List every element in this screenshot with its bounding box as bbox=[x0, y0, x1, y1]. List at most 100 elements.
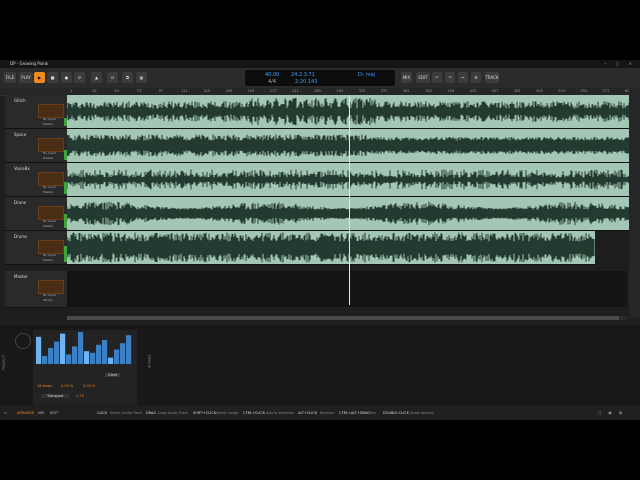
record-icon[interactable]: ● bbox=[61, 72, 72, 83]
step-bar[interactable] bbox=[126, 335, 132, 364]
percent-b[interactable]: 0.00 % bbox=[83, 384, 95, 388]
master-lane[interactable] bbox=[67, 271, 627, 307]
edit-tab[interactable]: EDIT bbox=[50, 407, 58, 420]
track-input[interactable]: No Input bbox=[43, 117, 56, 121]
stop-icon[interactable]: ■ bbox=[47, 72, 58, 83]
playhead[interactable] bbox=[349, 95, 350, 305]
track-header[interactable]: Drone OSM No InputMaster bbox=[5, 197, 67, 231]
automation-icon[interactable]: ⧉ bbox=[122, 72, 133, 83]
play-menu-button[interactable]: PLAY bbox=[19, 72, 33, 83]
track-button[interactable]: TRACK bbox=[485, 72, 499, 83]
master-volume-fader[interactable] bbox=[38, 280, 64, 294]
volume-fader[interactable] bbox=[38, 138, 64, 152]
step-bar[interactable] bbox=[90, 352, 96, 364]
ruler-mark: 553 bbox=[580, 89, 588, 93]
track-header[interactable]: VoiceBx OSM No InputMaster bbox=[5, 163, 67, 197]
step-bar[interactable] bbox=[60, 333, 66, 364]
track-header[interactable]: Glitch OSM No InputMaster bbox=[5, 95, 67, 129]
layout-icons[interactable]: ▢ ▣ ▤ bbox=[598, 407, 625, 420]
volume-fader[interactable] bbox=[38, 240, 64, 254]
track-input[interactable]: No Input bbox=[43, 151, 56, 155]
step-bar[interactable] bbox=[42, 356, 48, 364]
play-icon[interactable]: ▶ bbox=[34, 72, 45, 83]
device-value[interactable]: 1.70 bbox=[76, 394, 84, 398]
volume-fader[interactable] bbox=[38, 206, 64, 220]
ruler-mark: 385 bbox=[425, 89, 432, 93]
track-input[interactable]: No Input bbox=[43, 253, 56, 257]
step-bar[interactable] bbox=[48, 348, 54, 364]
position-time[interactable]: 2:20.143 bbox=[295, 79, 317, 85]
step-bars[interactable] bbox=[36, 332, 140, 367]
key-display[interactable]: D♭ maj bbox=[358, 72, 375, 78]
hint-click-desc: Select Audio Track bbox=[110, 411, 143, 415]
master-track-header[interactable]: Master OSM No InputStudio bbox=[5, 271, 67, 308]
clear-button[interactable]: Clear bbox=[105, 373, 121, 377]
step-bar[interactable] bbox=[108, 357, 114, 364]
step-bar[interactable] bbox=[102, 340, 108, 364]
slice-icon[interactable]: ✂ bbox=[458, 72, 468, 83]
loop-icon[interactable]: ⟳ bbox=[74, 72, 85, 83]
undo-icon[interactable]: ↶ bbox=[432, 72, 442, 83]
mix-button[interactable]: MIX bbox=[401, 72, 412, 83]
time-signature[interactable]: 4/4 bbox=[268, 79, 276, 85]
track-header[interactable]: Drums OSM No InputMaster bbox=[5, 231, 67, 265]
step-bar[interactable] bbox=[84, 351, 90, 364]
track-input[interactable]: No Input bbox=[43, 219, 56, 223]
track-output[interactable]: Master bbox=[43, 190, 53, 194]
overdub-icon[interactable]: ⊡ bbox=[107, 72, 118, 83]
track-input[interactable]: No Input bbox=[43, 185, 56, 189]
track-name[interactable]: Space bbox=[14, 132, 26, 137]
step-bar[interactable] bbox=[96, 344, 102, 364]
audio-clip[interactable] bbox=[67, 231, 595, 265]
transport-select[interactable]: Transport bbox=[41, 394, 70, 398]
metronome-icon[interactable]: ▲ bbox=[91, 72, 102, 83]
ruler-mark: 25 bbox=[92, 89, 97, 93]
track-name[interactable]: Drums bbox=[14, 234, 27, 239]
percent-a[interactable]: 0.00 % bbox=[61, 384, 73, 388]
title-bar: DP - Growing Pains × – ▢ × bbox=[0, 60, 640, 68]
step-bar[interactable] bbox=[36, 336, 42, 364]
tempo-value[interactable]: 40.00 bbox=[265, 72, 279, 78]
hint-click: CLICK bbox=[97, 411, 108, 415]
project-side-label[interactable]: PROJECT bbox=[2, 355, 6, 370]
master-input[interactable]: No Input bbox=[43, 293, 56, 297]
settings-icon[interactable]: ⚙ bbox=[471, 72, 481, 83]
track-header[interactable]: Space OSM No InputMaster bbox=[5, 129, 67, 163]
step-bar[interactable] bbox=[54, 341, 60, 364]
track-output[interactable]: Master bbox=[43, 156, 53, 160]
step-bar[interactable] bbox=[114, 349, 120, 364]
track-name[interactable]: Glitch bbox=[14, 98, 26, 103]
track-buttons: OSM bbox=[38, 131, 62, 148]
master-track-name[interactable]: Master bbox=[14, 274, 28, 279]
track-output[interactable]: Master bbox=[43, 224, 53, 228]
step-bar[interactable] bbox=[120, 343, 126, 364]
ruler-mark: 1 bbox=[70, 89, 73, 93]
tab-close-icon[interactable]: × bbox=[45, 60, 48, 68]
edit-button[interactable]: EDIT bbox=[416, 72, 430, 83]
arrange-tab[interactable]: ARRANGE bbox=[17, 407, 34, 420]
track-name[interactable]: VoiceBx bbox=[14, 166, 30, 171]
menu-icon[interactable]: ≡ bbox=[4, 407, 7, 420]
scroll-thumb[interactable] bbox=[67, 316, 619, 320]
window-controls[interactable]: – ▢ × bbox=[604, 60, 636, 68]
volume-fader[interactable] bbox=[38, 172, 64, 186]
step-count[interactable]: 16 steps bbox=[37, 384, 52, 388]
volume-fader[interactable] bbox=[38, 104, 64, 118]
mix-tab[interactable]: MIX bbox=[38, 407, 44, 420]
ruler-mark: 97 bbox=[158, 89, 164, 93]
track-output[interactable]: Master bbox=[43, 122, 53, 126]
right-inspector-strip[interactable] bbox=[629, 88, 640, 318]
status-bar: ≡ ARRANGE MIX EDIT CLICK Select Audio Tr… bbox=[0, 407, 640, 420]
redo-icon[interactable]: ↷ bbox=[445, 72, 455, 83]
device-side-label[interactable]: DEVICE bbox=[147, 355, 151, 368]
horizontal-scrollbar[interactable] bbox=[67, 316, 627, 320]
position-bars[interactable]: 24.2.3.71 bbox=[291, 72, 315, 78]
clip-launcher-icon[interactable]: ▦ bbox=[136, 72, 147, 83]
step-bar[interactable] bbox=[78, 332, 84, 364]
step-bar[interactable] bbox=[66, 354, 72, 364]
file-button[interactable]: FILE bbox=[4, 72, 16, 83]
track-output[interactable]: Master bbox=[43, 258, 53, 262]
track-name[interactable]: Drone bbox=[14, 200, 26, 205]
step-bar[interactable] bbox=[72, 346, 78, 364]
master-output[interactable]: Studio bbox=[43, 298, 53, 302]
